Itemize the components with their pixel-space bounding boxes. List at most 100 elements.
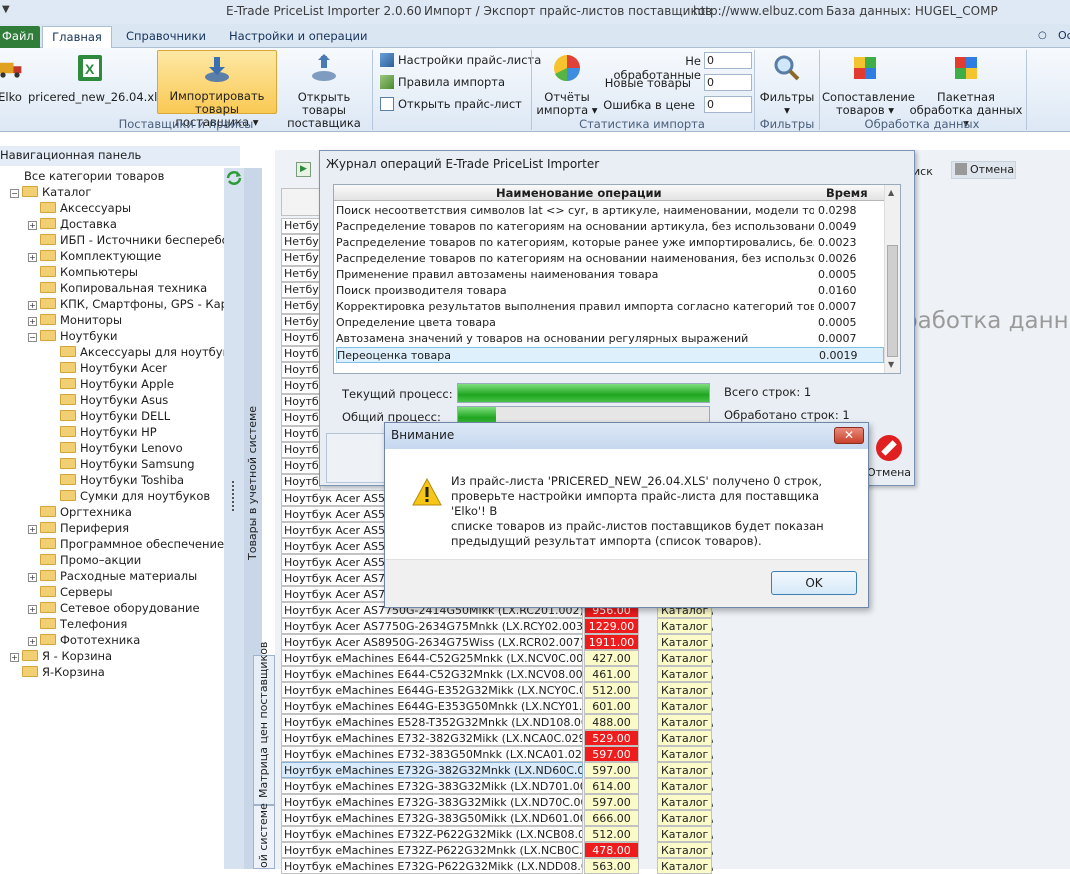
cell-price[interactable]: 478.00: [584, 842, 639, 858]
list-item[interactable]: Распределение товаров по категориям, кот…: [336, 235, 884, 251]
table-row[interactable]: Ноутбук eMachines E732G-383G32Mikk (LX.N…: [281, 778, 713, 794]
table-row[interactable]: Ноутбук: [281, 442, 321, 458]
tree-item[interactable]: Я-Корзина: [10, 664, 105, 680]
scroll-thumb[interactable]: [887, 245, 898, 357]
cell-name[interactable]: Ноутбук eMachines E732G-383G32Mikk (LX.N…: [281, 794, 583, 810]
cell-price[interactable]: 461.00: [584, 666, 639, 682]
cell-price[interactable]: 614.00: [584, 778, 639, 794]
tree-item[interactable]: Аксессуары: [28, 200, 131, 216]
expand-icon[interactable]: +: [28, 301, 37, 310]
tree-item[interactable]: + Периферия: [28, 520, 129, 536]
table-row[interactable]: Ноутбук: [281, 458, 321, 474]
table-row[interactable]: Ноутбук eMachines E732Z-P622G32Mikk (LX.…: [281, 826, 713, 842]
close-icon[interactable]: ✕: [834, 427, 864, 444]
cell-name[interactable]: Ноутбук eMachines E644-C52G32Mnkk (LX.NC…: [281, 666, 583, 682]
cell-price[interactable]: 512.00: [584, 826, 639, 842]
cell-price[interactable]: 488.00: [584, 714, 639, 730]
ok-button[interactable]: OK: [771, 571, 857, 595]
import-reports-button[interactable]: Отчёты импорта ▾: [536, 52, 598, 117]
cell-category[interactable]: Каталог /: [657, 842, 713, 858]
table-row[interactable]: Нетбук: [281, 282, 321, 298]
tree-item[interactable]: Ноутбуки Samsung: [48, 456, 195, 472]
stat-price-error-field[interactable]: 0: [704, 96, 752, 113]
tree-item[interactable]: Все категории товаров: [24, 168, 164, 184]
tree-item[interactable]: Оргтехника: [28, 504, 132, 520]
table-row[interactable]: Ноутбук eMachines E732-382G32Mikk (LX.NC…: [281, 730, 713, 746]
tree-item[interactable]: Сумки для ноутбуков: [48, 488, 210, 504]
table-row[interactable]: Ноутбук eMachines E732Z-P622G32Mnkk (LX.…: [281, 842, 713, 858]
tree-item[interactable]: Копировальная техника: [28, 280, 207, 296]
cell-name[interactable]: Ноутбук eMachines E644G-E352G32Mikk (LX.…: [281, 682, 583, 698]
list-item[interactable]: Применение правил автозамены наименовани…: [336, 267, 884, 283]
table-row[interactable]: Нетбук: [281, 250, 321, 266]
tab-file[interactable]: Файл: [0, 26, 40, 48]
journal-left-button[interactable]: [326, 433, 386, 483]
table-row[interactable]: Ноутбук: [281, 346, 321, 362]
cell-name[interactable]: Ноутбук eMachines E732G-P622G32Mikk (LX.…: [281, 858, 583, 874]
expand-icon[interactable]: +: [28, 525, 37, 534]
stat-unprocessed-field[interactable]: 0: [704, 52, 752, 69]
table-row[interactable]: Ноутбук: [281, 426, 321, 442]
table-row[interactable]: Ноутбук eMachines E644G-E352G32Mikk (LX.…: [281, 682, 713, 698]
pricelist-settings-button[interactable]: Настройки прайс-листа: [380, 53, 541, 67]
table-row[interactable]: Ноутбук eMachines E644-C52G32Mnkk (LX.NC…: [281, 666, 713, 682]
expand-icon[interactable]: +: [28, 637, 37, 646]
cell-name[interactable]: Ноутбук eMachines E732Z-P622G32Mnkk (LX.…: [281, 842, 583, 858]
cell-price[interactable]: 601.00: [584, 698, 639, 714]
cell-category[interactable]: Каталог /: [657, 762, 713, 778]
tab-references[interactable]: Справочники: [118, 26, 214, 48]
tree-item[interactable]: + Я - Корзина: [10, 648, 112, 664]
tree-item[interactable]: − Ноутбуки: [28, 328, 118, 344]
table-row[interactable]: Ноутбук: [281, 378, 321, 394]
cell-name[interactable]: Ноутбук eMachines E732-383G50Mnkk (LX.NC…: [281, 746, 583, 762]
cell-name[interactable]: Ноутбук eMachines E644G-E353G50Mnkk (LX.…: [281, 698, 583, 714]
table-row[interactable]: Нетбук: [281, 298, 321, 314]
table-row[interactable]: Нетбук: [281, 266, 321, 282]
table-row[interactable]: Ноутбук: [281, 394, 321, 410]
tab-settings[interactable]: Настройки и операции: [221, 26, 375, 48]
list-item[interactable]: Распределение товаров по категориям на о…: [336, 251, 884, 267]
cell-price[interactable]: 597.00: [584, 762, 639, 778]
table-row[interactable]: Ноутбук: [281, 474, 321, 490]
cell-name[interactable]: Ноутбук Acer AS8950G-2634G75Wiss (LX.RCR…: [281, 634, 583, 650]
table-row[interactable]: Ноутбук eMachines E732G-383G50Mikk (LX.N…: [281, 810, 713, 826]
collapse-icon[interactable]: −: [10, 189, 19, 198]
cell-category[interactable]: Каталог /: [657, 858, 713, 874]
table-row[interactable]: Ноутбук eMachines E732G-382G32Mnkk (LX.N…: [281, 762, 713, 778]
scroll-up-icon[interactable]: ▲: [888, 188, 894, 197]
tree-item[interactable]: Телефония: [28, 616, 127, 632]
import-rules-button[interactable]: Правила импорта: [380, 75, 505, 89]
cell-price[interactable]: 1229.00: [584, 618, 639, 634]
cancel-filter-button[interactable]: Отмена: [951, 161, 1016, 179]
tree-item[interactable]: Компьютеры: [28, 264, 138, 280]
list-item[interactable]: Поиск несоответствия символов lat <> cyr…: [336, 203, 884, 219]
list-item[interactable]: Распределение товаров по категориям на о…: [336, 219, 884, 235]
table-row[interactable]: Нетбук: [281, 234, 321, 250]
stat-new-field[interactable]: 0: [704, 74, 752, 91]
table-row[interactable]: Ноутбук: [281, 330, 321, 346]
scroll-down-icon[interactable]: ▼: [888, 360, 894, 369]
cell-price[interactable]: 597.00: [584, 746, 639, 762]
tree-item[interactable]: + Расходные материалы: [28, 568, 197, 584]
cell-name[interactable]: Ноутбук eMachines E732G-383G50Mikk (LX.N…: [281, 810, 583, 826]
cell-category[interactable]: Каталог /: [657, 698, 713, 714]
table-row[interactable]: Ноутбук eMachines E732-383G50Mnkk (LX.NC…: [281, 746, 713, 762]
import-supplier-goods-button[interactable]: Импортировать товары поставщика ▾: [157, 50, 277, 129]
table-row[interactable]: Ноутбук eMachines E644G-E353G50Mnkk (LX.…: [281, 698, 713, 714]
play-icon[interactable]: ▶: [296, 162, 311, 177]
tree-item[interactable]: Серверы: [28, 584, 113, 600]
table-row[interactable]: Ноутбук eMachines E732G-P622G32Mikk (LX.…: [281, 858, 713, 874]
cell-name[interactable]: Ноутбук eMachines E732G-382G32Mnkk (LX.N…: [281, 762, 583, 778]
list-item[interactable]: Автозамена значений у товаров на основан…: [336, 331, 884, 347]
collapse-icon[interactable]: −: [28, 333, 37, 342]
supplier-button[interactable]: Elko: [0, 52, 24, 104]
expand-icon[interactable]: +: [28, 221, 37, 230]
cell-category[interactable]: Каталог /: [657, 682, 713, 698]
tab-price-matrix[interactable]: Матрица цен поставщиков: [253, 642, 275, 805]
nav-splitter[interactable]: [224, 168, 244, 869]
cell-category[interactable]: Каталог /: [657, 746, 713, 762]
cell-price[interactable]: 427.00: [584, 650, 639, 666]
tab-accounting-system[interactable]: ой системе: [253, 803, 275, 869]
cell-name[interactable]: Ноутбук eMachines E732-382G32Mikk (LX.NC…: [281, 730, 583, 746]
tree-item[interactable]: Ноутбуки DELL: [48, 408, 170, 424]
